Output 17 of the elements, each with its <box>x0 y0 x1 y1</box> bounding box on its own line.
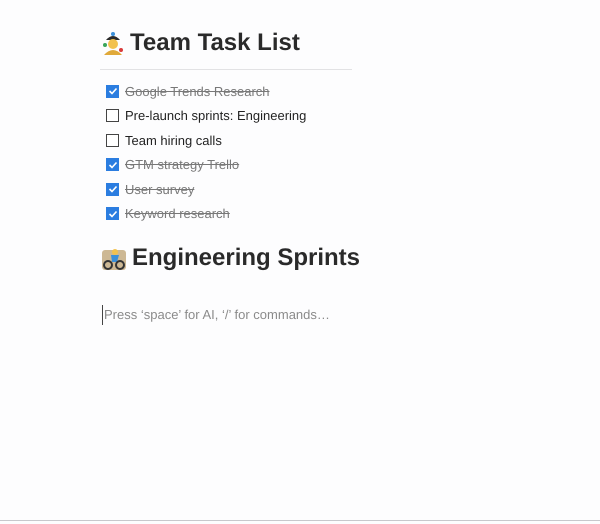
detective-figure-icon <box>102 31 124 55</box>
checkbox[interactable] <box>106 109 119 122</box>
checkbox[interactable] <box>106 134 119 147</box>
cyclist-icon <box>102 246 126 270</box>
section-heading: Team Task List <box>130 28 300 58</box>
editor-input[interactable]: Press ‘space’ for AI, ‘/’ for commands… <box>102 305 402 324</box>
task-label: Pre-launch sprints: Engineering <box>125 107 306 125</box>
task-label: GTM strategy Trello <box>125 156 240 174</box>
checkbox[interactable] <box>106 182 119 196</box>
checkbox[interactable] <box>106 207 119 220</box>
checkbox[interactable] <box>106 84 119 98</box>
task-label: Keyword research <box>125 205 230 223</box>
task-label: Team hiring calls <box>125 132 222 150</box>
task-label: User survey <box>125 180 194 199</box>
task-label: Google Trends Research <box>125 82 270 101</box>
checkbox[interactable] <box>106 158 119 172</box>
section-heading: Engineering Sprints <box>132 243 360 273</box>
